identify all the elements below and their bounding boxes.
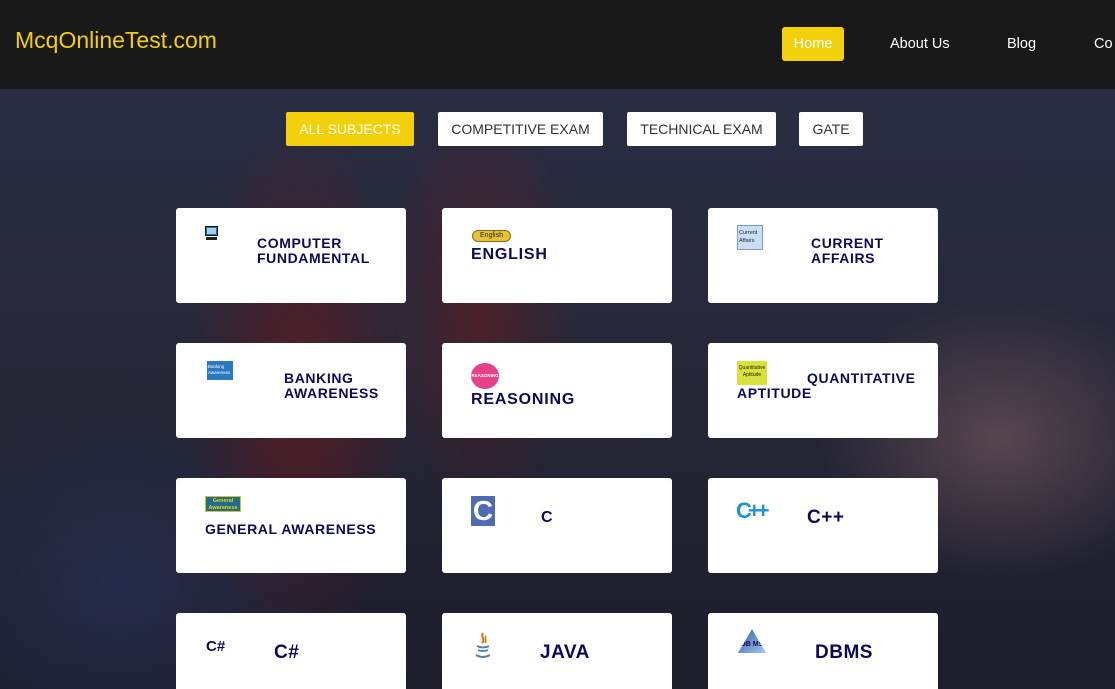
cpp-icon: C++ bbox=[736, 498, 770, 523]
filter-technical-exam[interactable]: TECHNICAL EXAM bbox=[627, 112, 776, 146]
java-icon bbox=[474, 631, 492, 666]
card-title: REASONING bbox=[471, 391, 576, 408]
subject-card-quantitative-aptitude[interactable]: Quantitative Aptitude QUANTITATIVE APTIT… bbox=[708, 343, 938, 438]
card-title: COMPUTER FUNDAMENTAL bbox=[257, 235, 370, 266]
card-title: BANKING AWARENESS bbox=[284, 370, 379, 401]
card-title: ENGLISH bbox=[471, 246, 548, 263]
csharp-icon: C# bbox=[206, 638, 226, 655]
filter-gate[interactable]: GATE bbox=[799, 112, 863, 146]
card-title: C bbox=[541, 509, 554, 526]
subject-card-english[interactable]: English ENGLISH bbox=[442, 208, 672, 303]
subject-card-csharp[interactable]: C# C# bbox=[176, 613, 406, 689]
banking-icon: Banking Awareness bbox=[207, 361, 233, 380]
current-affairs-icon: Current Affairs bbox=[737, 225, 763, 250]
card-title: JAVA bbox=[540, 642, 590, 663]
filter-competitive-exam[interactable]: COMPETITIVE EXAM bbox=[438, 112, 603, 146]
subject-card-cpp[interactable]: C++ C++ bbox=[708, 478, 938, 573]
subject-card-general-awareness[interactable]: General Awareness GENERAL AWARENESS bbox=[176, 478, 406, 573]
card-title: DBMS bbox=[815, 642, 873, 663]
dbms-icon: DB MS bbox=[738, 629, 766, 653]
subject-card-banking-awareness[interactable]: Banking Awareness BANKING AWARENESS bbox=[176, 343, 406, 438]
card-title: QUANTITATIVE APTITUDE bbox=[737, 370, 916, 401]
card-title: C# bbox=[274, 642, 300, 663]
nav-home[interactable]: Home bbox=[782, 27, 844, 61]
site-logo[interactable]: McqOnlineTest.com bbox=[15, 27, 217, 54]
filter-all-subjects[interactable]: ALL SUBJECTS bbox=[286, 112, 414, 146]
nav-about-us[interactable]: About Us bbox=[890, 27, 950, 61]
subject-card-c[interactable]: C C bbox=[442, 478, 672, 573]
card-title: C++ bbox=[807, 507, 845, 528]
card-title: CURRENT AFFAIRS bbox=[811, 235, 884, 266]
nav-contact[interactable]: Co bbox=[1094, 27, 1113, 61]
card-title: GENERAL AWARENESS bbox=[205, 521, 377, 537]
c-language-icon: C bbox=[471, 495, 495, 526]
nav-blog[interactable]: Blog bbox=[1007, 27, 1036, 61]
computer-icon bbox=[205, 226, 218, 246]
top-navbar: McqOnlineTest.com Home About Us Blog Co bbox=[0, 0, 1115, 89]
english-badge-icon: English bbox=[472, 230, 511, 242]
subject-card-java[interactable]: JAVA bbox=[442, 613, 672, 689]
subject-card-computer-fundamental[interactable]: COMPUTER FUNDAMENTAL bbox=[176, 208, 406, 303]
general-awareness-icon: General Awareness bbox=[205, 496, 241, 512]
subject-card-current-affairs[interactable]: Current Affairs CURRENT AFFAIRS bbox=[708, 208, 938, 303]
subject-card-reasoning[interactable]: REASONING REASONING bbox=[442, 343, 672, 438]
subject-card-dbms[interactable]: DB MS DBMS bbox=[708, 613, 938, 689]
reasoning-icon: REASONING bbox=[471, 363, 499, 389]
